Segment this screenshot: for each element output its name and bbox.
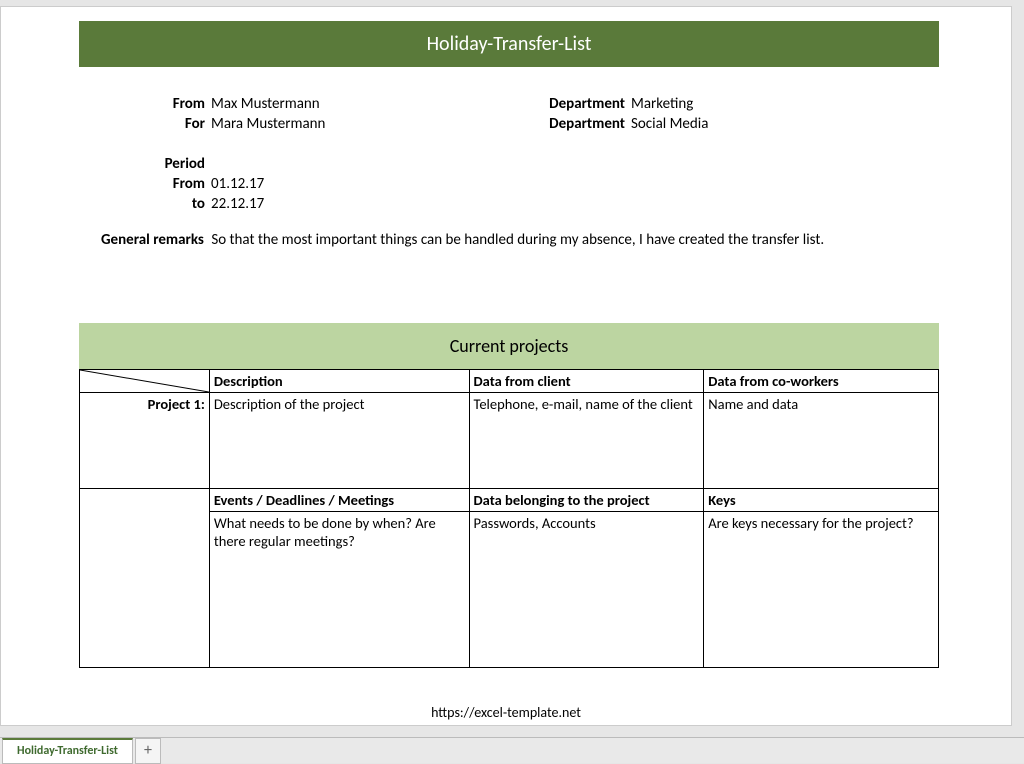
section-header: Current projects [450,335,569,357]
col-keys-header: Keys [704,489,939,512]
period-to-label: to [101,195,211,213]
diagonal-header-cell [80,370,210,393]
project-table: Description Data from client Data from c… [79,369,939,668]
section-header-banner: Current projects [79,323,939,369]
plus-icon: + [144,741,152,760]
from-label: From [101,95,211,113]
department2-label: Department [521,115,631,133]
cell-client-data[interactable]: Telephone, e-mail, name of the client [469,393,704,489]
col-description-header: Description [209,370,469,393]
department1-value: Marketing [631,95,921,113]
remarks-text: So that the most important things can be… [211,231,824,249]
for-value: Mara Mustermann [211,115,521,133]
table-header-row-1: Description Data from client Data from c… [80,370,939,393]
document-title-banner: Holiday-Transfer-List [79,21,939,67]
period-from-value: 01.12.17 [211,175,921,193]
add-sheet-button[interactable]: + [135,738,161,764]
col-coworkers-header: Data from co-workers [704,370,939,393]
document-title: Holiday-Transfer-List [427,32,592,56]
table-row: Project 1: Description of the project Te… [80,393,939,489]
from-value: Max Mustermann [211,95,521,113]
period-from-label: From [101,175,211,193]
period-to-value: 22.12.17 [211,195,921,213]
sheet-tab-active[interactable]: Holiday-Transfer-List [2,738,133,764]
header-info-block: From Max Mustermann Department Marketing… [101,95,921,215]
col-projectdata-header: Data belonging to the project [469,489,704,512]
department1-label: Department [521,95,631,113]
footer-url: https://excel-template.net [1,704,1011,721]
for-label: For [101,115,211,133]
project-label: Project 1: [80,393,210,489]
general-remarks: General remarks So that the most importa… [101,231,921,249]
cell-description[interactable]: Description of the project [209,393,469,489]
cell-events[interactable]: What needs to be done by when? Are there… [209,512,469,668]
worksheet-canvas[interactable]: Holiday-Transfer-List From Max Musterman… [0,6,1012,726]
cell-coworker-data[interactable]: Name and data [704,393,939,489]
col-client-header: Data from client [469,370,704,393]
project-label-span [80,489,210,668]
cell-keys[interactable]: Are keys necessary for the project? [704,512,939,668]
cell-project-data[interactable]: Passwords, Accounts [469,512,704,668]
remarks-label: General remarks [101,231,208,249]
col-events-header: Events / Deadlines / Meetings [209,489,469,512]
table-header-row-2: Events / Deadlines / Meetings Data belon… [80,489,939,512]
period-label: Period [101,155,211,173]
department2-value: Social Media [631,115,921,133]
sheet-tab-bar: Holiday-Transfer-List + [0,737,1024,763]
app-window: Holiday-Transfer-List From Max Musterman… [0,0,1024,763]
